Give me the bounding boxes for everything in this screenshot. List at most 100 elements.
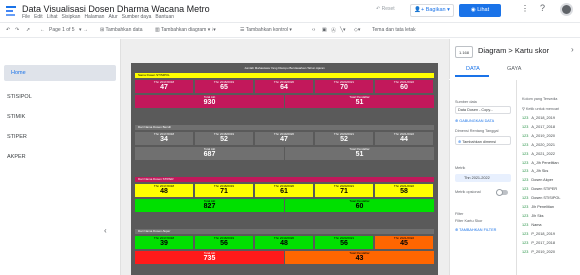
chevron-left-icon[interactable]: ‹	[104, 226, 107, 235]
scorecard[interactable]: Thn 2020/2021 52	[315, 132, 373, 145]
scorecard-total[interactable]: Total Pendaftar 51	[285, 147, 434, 160]
tab-style[interactable]: GAYA	[507, 66, 521, 72]
field-item[interactable]: 123 A_Jlh Sks	[522, 169, 548, 173]
close-icon[interactable]: ›	[571, 45, 574, 54]
field-item[interactable]: 123 A_2019_2020	[522, 134, 555, 138]
scorecard[interactable]: Thn 2017/2018 34	[135, 132, 193, 145]
field-item[interactable]: 123 A_Jlh Penelitian	[522, 161, 559, 165]
scorecard-total[interactable]: Total Pendaftar 60	[285, 199, 434, 212]
nav-item-stiper[interactable]: STIPER	[0, 129, 120, 145]
page-prev-icon[interactable]: ←	[40, 27, 45, 33]
optional-metric-label: Metrik opsional	[455, 190, 481, 194]
source-select[interactable]: Data Dosen - Copy...	[455, 106, 511, 114]
view-button[interactable]: ◉ Lihat	[459, 4, 501, 17]
scorecard[interactable]: Thn 2017/2018 39	[135, 236, 193, 249]
field-item[interactable]: 123 A_2018_2019	[522, 116, 555, 120]
undo-icon[interactable]: ↶	[6, 27, 10, 33]
menu-resource[interactable]: Sumber daya	[122, 14, 152, 20]
tab-data[interactable]: DATA	[466, 66, 480, 72]
scorecard-total[interactable]: Total Akt 827	[135, 199, 284, 212]
scorecard-total[interactable]: Total Pendaftar 43	[285, 251, 434, 264]
field-item[interactable]: 123 A_2021_2022	[522, 152, 555, 156]
add-circle-icon: ⊕	[458, 140, 462, 144]
scorecard-value: 71	[220, 188, 228, 195]
more-vert-icon[interactable]: ⋮	[521, 4, 529, 13]
field-item[interactable]: 123 A_2020_2021	[522, 143, 555, 147]
menu-edit[interactable]: Edit	[34, 14, 43, 20]
add-chart-button[interactable]: ▥ Tambahkan diagram ▾ ⁝▾	[155, 27, 216, 33]
field-type-icon: 123	[522, 240, 529, 245]
scorecard[interactable]: Thn 2019/2020 47	[255, 132, 313, 145]
looker-studio-logo-icon[interactable]	[6, 6, 16, 18]
scorecard[interactable]: Thn 2017/2018 47	[135, 80, 193, 93]
field-search[interactable]: ⚲ Ketik untuk mencari	[522, 106, 559, 111]
image-icon[interactable]: ▣	[322, 27, 327, 33]
field-item[interactable]: 123 Nama	[522, 223, 541, 227]
menu-help[interactable]: Bantuan	[155, 14, 174, 20]
reset-label: Reset	[381, 6, 395, 12]
scorecard[interactable]: Thn 2019/2020 61	[255, 184, 313, 197]
add-dimension-button[interactable]: ⊕ Tambahkan dimensi	[455, 136, 511, 145]
field-item[interactable]: 123 A_2017_2018	[522, 125, 555, 129]
field-item[interactable]: 123 Jlh Penelitian	[522, 205, 554, 209]
field-item[interactable]: 123 P_2017_2018	[522, 241, 555, 245]
pointer-icon[interactable]: ➚	[26, 27, 30, 33]
line-icon[interactable]: ╲▾	[340, 27, 346, 33]
field-item[interactable]: 123 P_2018_2019	[522, 232, 555, 236]
scorecard[interactable]: Thn 2021/2022 60	[375, 80, 433, 93]
scorecard[interactable]: Thn 2020/2021 71	[315, 184, 373, 197]
scorecard[interactable]: Thn 2021/2022 44	[375, 132, 433, 145]
menu-arrange[interactable]: Atur	[108, 14, 117, 20]
field-name: A_2018_2019	[531, 116, 555, 120]
share-button[interactable]: 👤+ Bagikan ▾	[410, 4, 454, 17]
nav-item-home[interactable]: Home	[4, 65, 116, 81]
add-data-button[interactable]: ⊞ Tambahkan data	[100, 27, 142, 33]
field-item[interactable]: 123 Jlh Sks	[522, 214, 544, 218]
field-item[interactable]: 123 Dosen STISIPOL	[522, 196, 560, 200]
scorecard[interactable]: Thn 2019/2020 64	[255, 80, 313, 93]
field-name: A_2020_2021	[531, 142, 555, 147]
scorecard[interactable]: Thn 2018/2019 56	[195, 236, 253, 249]
theme-button[interactable]: Tema dan tata letak	[372, 27, 416, 33]
page-selector[interactable]: Page 1 of 5	[49, 27, 75, 33]
shape-icon[interactable]: ◇▾	[354, 27, 360, 33]
scorecard[interactable]: Thn 2020/2021 56	[315, 236, 373, 249]
scorecard[interactable]: Thn 2021/2022 45	[375, 236, 433, 249]
nav-item-akper[interactable]: AKPER	[0, 149, 120, 165]
scorecard[interactable]: Thn 2017/2018 48	[135, 184, 193, 197]
scorecard-total[interactable]: Total Akt 735	[135, 251, 284, 264]
page-next-icon[interactable]: ▾ →	[79, 27, 88, 33]
menu-view[interactable]: Lihat	[47, 14, 58, 20]
nav-item-stimik[interactable]: STIMIK	[0, 109, 120, 125]
menu-page[interactable]: Halaman	[84, 14, 104, 20]
text-icon[interactable]: Ⓐ	[331, 27, 336, 34]
scorecard[interactable]: Thn 2018/2019 65	[195, 80, 253, 93]
optional-metric-toggle[interactable]	[496, 189, 508, 196]
scorecard[interactable]: Thn 2021/2022 58	[375, 184, 433, 197]
scorecard[interactable]: Thn 2020/2021 70	[315, 80, 373, 93]
menu-file[interactable]: File	[22, 14, 30, 20]
report-title[interactable]: Data Visualisasi Dosen Dharma Wacana Met…	[22, 4, 210, 14]
scorecard[interactable]: Thn 2018/2019 52	[195, 132, 253, 145]
scorecard-total[interactable]: Total Akt 930	[135, 95, 284, 108]
menu-insert[interactable]: Sisipkan	[62, 14, 81, 20]
scorecard[interactable]: Thn 2018/2019 71	[195, 184, 253, 197]
scorecard[interactable]: Thn 2019/2020 48	[255, 236, 313, 249]
reset-button[interactable]: ↶ Reset	[376, 6, 395, 12]
field-item[interactable]: 123 Dosen Akper	[522, 178, 553, 182]
source-value: Data Dosen - Copy...	[458, 108, 494, 112]
blend-data-button[interactable]: ⊕ GABUNGKAN DATA	[455, 118, 494, 123]
field-name: Nama	[531, 222, 542, 227]
field-item[interactable]: 123 P_2019_2020	[522, 250, 555, 254]
avatar[interactable]	[560, 3, 573, 16]
scorecard-total[interactable]: Total Akt 687	[135, 147, 284, 160]
nav-item-stisipol[interactable]: STISIPOL	[0, 89, 120, 105]
help-icon[interactable]: ?	[540, 3, 545, 13]
redo-icon[interactable]: ↷	[15, 27, 19, 33]
scorecard-total[interactable]: Total Pendaftar 51	[285, 95, 434, 108]
add-filter-button[interactable]: ⊕ TAMBAHKAN FILTER	[455, 227, 496, 232]
field-item[interactable]: 123 Dosen STIPER	[522, 187, 557, 191]
metric-chip[interactable]: Thn 2021-2022	[455, 174, 511, 182]
add-control-button[interactable]: ☰ Tambahkan kontrol ▾	[240, 27, 292, 33]
code-icon[interactable]: ‹›	[312, 27, 315, 33]
